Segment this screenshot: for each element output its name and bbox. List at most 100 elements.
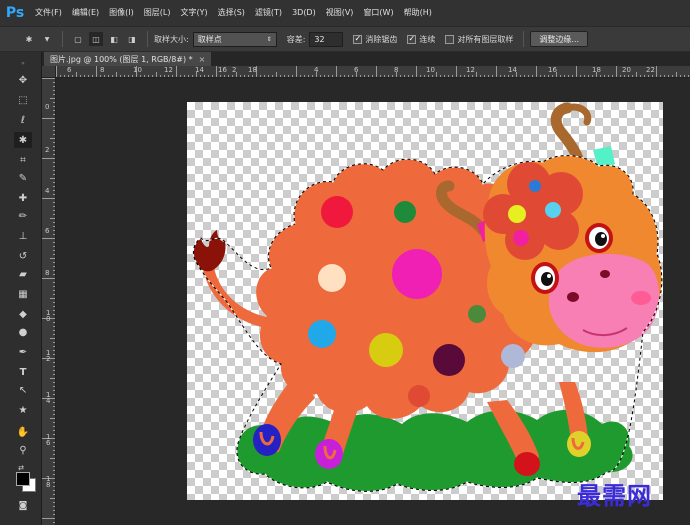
contiguous-label: 连续 bbox=[419, 34, 436, 44]
sample-all-layers-label: 对所有图层取样 bbox=[457, 34, 514, 44]
ruler-top-label: 2 bbox=[232, 66, 237, 74]
ruler-left-label: 4 bbox=[45, 187, 50, 195]
dodge-tool-icon[interactable]: ● bbox=[14, 324, 32, 340]
foreground-color-swatch[interactable] bbox=[16, 472, 30, 486]
antialias-checkbox[interactable]: ✓ 消除锯齿 bbox=[353, 34, 397, 45]
marquee-tool-icon[interactable]: ⬚ bbox=[14, 92, 32, 108]
sample-all-layers-checkbox[interactable]: 对所有图层取样 bbox=[445, 34, 513, 45]
vertical-ruler[interactable]: 0 2 4 6 8 1 0 1 2 1 4 1 6 1 8 bbox=[42, 78, 56, 525]
zoom-tool-icon[interactable]: ⚲ bbox=[14, 442, 32, 458]
shape-tool-icon[interactable]: ★ bbox=[14, 402, 32, 418]
divider bbox=[147, 31, 148, 47]
ruler-top-label: 8 bbox=[394, 66, 399, 74]
cow-artwork bbox=[192, 102, 663, 492]
watermark-text: 最需网 bbox=[577, 481, 652, 510]
tool-preset-dropdown-icon[interactable]: ▼ bbox=[40, 32, 54, 46]
tolerance-input[interactable] bbox=[309, 31, 344, 47]
menu-view[interactable]: 视图(V) bbox=[321, 0, 359, 26]
menu-edit[interactable]: 编辑(E) bbox=[67, 0, 104, 26]
document-tab-title: 图片.jpg @ 100% (图层 1, RGB/8#) * bbox=[50, 54, 193, 64]
new-selection-icon[interactable]: ▢ bbox=[71, 32, 85, 46]
ruler-top-label: 12 bbox=[466, 66, 475, 74]
ruler-top-label: 20 bbox=[622, 66, 631, 74]
menu-filter[interactable]: 滤镜(T) bbox=[250, 0, 287, 26]
ruler-top-label: 6 bbox=[354, 66, 359, 74]
divider bbox=[523, 31, 525, 47]
intersect-selection-icon[interactable]: ◨ bbox=[125, 32, 139, 46]
gradient-tool-icon[interactable]: ▦ bbox=[14, 286, 32, 302]
ruler-left-label: 6 bbox=[45, 227, 50, 235]
ruler-left-label: 1 0 bbox=[46, 309, 51, 324]
menu-list: 文件(F) 编辑(E) 图像(I) 图层(L) 文字(Y) 选择(S) 滤镜(T… bbox=[30, 0, 437, 26]
subtract-from-selection-icon[interactable]: ◧ bbox=[107, 32, 121, 46]
ruler-left-label: 8 bbox=[45, 269, 50, 277]
select-arrows-icon: ⇕ bbox=[266, 35, 272, 43]
antialias-label: 消除锯齿 bbox=[365, 34, 398, 44]
menu-help[interactable]: 帮助(H) bbox=[399, 0, 437, 26]
menu-select[interactable]: 选择(S) bbox=[213, 0, 250, 26]
ruler-top-label: 14 bbox=[195, 66, 204, 74]
contiguous-check-icon: ✓ bbox=[407, 34, 417, 44]
pen-tool-icon[interactable]: ✒ bbox=[14, 344, 32, 360]
menu-window[interactable]: 窗口(W) bbox=[358, 0, 398, 26]
ruler-top-label: 18 bbox=[592, 66, 601, 74]
crop-tool-icon[interactable]: ⌗ bbox=[14, 152, 32, 168]
lasso-tool-icon[interactable]: ℓ bbox=[14, 112, 32, 128]
eraser-tool-icon[interactable]: ▰ bbox=[14, 266, 32, 282]
magic-wand-tool-icon[interactable]: ✱ bbox=[14, 132, 32, 148]
ruler-top-label: 10 bbox=[133, 66, 142, 74]
ruler-left-label: 1 6 bbox=[46, 433, 51, 448]
menu-layer[interactable]: 图层(L) bbox=[139, 0, 176, 26]
path-selection-tool-icon[interactable]: ↖ bbox=[14, 382, 32, 398]
menu-type[interactable]: 文字(Y) bbox=[175, 0, 212, 26]
clone-stamp-tool-icon[interactable]: ⊥ bbox=[14, 228, 32, 244]
ruler-left-label: 1 4 bbox=[46, 391, 51, 406]
ruler-top-label: 18 bbox=[248, 66, 257, 74]
quick-mask-icon[interactable]: ◙ bbox=[14, 498, 32, 514]
sample-size-label: 取样大小: bbox=[154, 34, 189, 44]
ruler-left-label: 1 2 bbox=[46, 349, 51, 364]
tolerance-label: 容差: bbox=[286, 34, 306, 44]
document-tab-strip: 图片.jpg @ 100% (图层 1, RGB/8#) * × bbox=[42, 52, 690, 66]
options-bar: ✱ ▼ ▢ ◫ ◧ ◨ 取样大小: 取样点 ⇕ 容差: ✓ 消除锯齿 ✓ 连续 … bbox=[0, 26, 690, 52]
type-tool-icon[interactable]: T bbox=[14, 364, 32, 380]
sample-size-select[interactable]: 取样点 ⇕ bbox=[192, 31, 277, 47]
add-to-selection-icon[interactable]: ◫ bbox=[89, 32, 103, 46]
contiguous-checkbox[interactable]: ✓ 连续 bbox=[407, 34, 435, 45]
tool-preset-magic-wand-icon[interactable]: ✱ bbox=[22, 32, 36, 46]
ruler-top-label: 12 bbox=[164, 66, 173, 74]
document-tab[interactable]: 图片.jpg @ 100% (图层 1, RGB/8#) * × bbox=[44, 52, 212, 66]
ruler-top-label: 14 bbox=[508, 66, 517, 74]
healing-brush-tool-icon[interactable]: ✚ bbox=[14, 190, 32, 206]
ruler-left-label: 0 bbox=[45, 103, 50, 111]
menu-file[interactable]: 文件(F) bbox=[30, 0, 67, 26]
menu-3d[interactable]: 3D(D) bbox=[287, 0, 321, 26]
ruler-top-label: 6 bbox=[67, 66, 72, 74]
menu-image[interactable]: 图像(I) bbox=[104, 0, 139, 26]
menu-bar: Ps 文件(F) 编辑(E) 图像(I) 图层(L) 文字(Y) 选择(S) 滤… bbox=[0, 0, 690, 26]
history-brush-tool-icon[interactable]: ↺ bbox=[14, 248, 32, 264]
toolbox-collapse-icon[interactable]: » bbox=[14, 60, 32, 67]
ruler-top-label: 10 bbox=[426, 66, 435, 74]
eyedropper-tool-icon[interactable]: ✎ bbox=[14, 170, 32, 186]
ruler-top-label: 22 bbox=[646, 66, 655, 74]
toolbox-panel: » ✥ ⬚ ℓ ✱ ⌗ ✎ ✚ ✏ ⊥ ↺ ▰ ▦ ◆ ● ✒ T ↖ ★ ✋ … bbox=[0, 52, 42, 525]
close-tab-icon[interactable]: × bbox=[199, 55, 206, 64]
antialias-check-icon: ✓ bbox=[353, 34, 363, 44]
sample-all-layers-check-icon bbox=[445, 34, 455, 44]
horizontal-ruler[interactable]: 6 8 10 12 14 16 18 2 4 6 8 10 12 14 16 1… bbox=[56, 66, 690, 78]
ruler-top-label: 8 bbox=[100, 66, 105, 74]
move-tool-icon[interactable]: ✥ bbox=[14, 72, 32, 88]
hand-tool-icon[interactable]: ✋ bbox=[14, 424, 32, 440]
document-workspace[interactable] bbox=[56, 78, 690, 525]
ruler-corner[interactable] bbox=[42, 66, 56, 78]
sample-size-value: 取样点 bbox=[197, 34, 222, 44]
ruler-left-label: 2 bbox=[45, 146, 50, 154]
brush-tool-icon[interactable]: ✏ bbox=[14, 208, 32, 224]
blur-tool-icon[interactable]: ◆ bbox=[14, 306, 32, 322]
ruler-left-label: 1 8 bbox=[46, 475, 51, 490]
ruler-top-label: 16 bbox=[548, 66, 557, 74]
image-canvas[interactable] bbox=[187, 102, 663, 500]
photoshop-logo: Ps bbox=[5, 5, 25, 21]
refine-edge-button[interactable]: 调整边缘... bbox=[530, 31, 589, 47]
